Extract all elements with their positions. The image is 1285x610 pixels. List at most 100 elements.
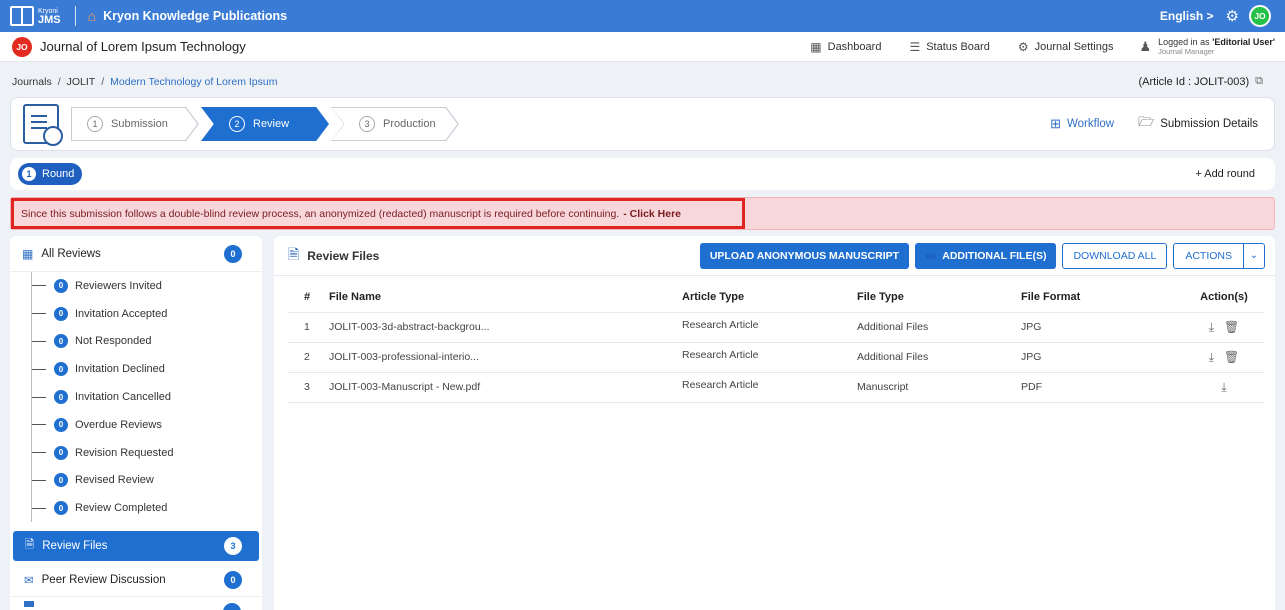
publisher-name[interactable]: Kryon Knowledge Publications [103,9,287,23]
count-badge: 0 [224,244,242,263]
nav-status-board-label: Status Board [926,40,990,53]
document-search-icon [23,104,63,146]
table-row: 3 JOLIT-003-Manuscript - New.pdf Researc… [288,372,1264,403]
additional-files-label: ADDITIONAL FILE(S) [942,249,1047,262]
step-number: 1 [87,116,103,132]
review-sidebar: ▦ All Reviews 0 0 Reviewers Invited 0 Invi… [10,236,262,610]
count-badge: 0 [54,501,68,516]
sidebar-item-label: Invitation Cancelled [75,391,172,404]
app-logo[interactable]: Kryoni JMS [10,4,61,28]
row-number: 3 [288,372,329,403]
download-icon[interactable]: ⤓ [1209,320,1214,335]
copy-icon[interactable]: ⧉ [1255,75,1263,88]
sidebar-item-revision-requested[interactable]: 0 Revision Requested [32,439,262,467]
download-icon[interactable]: ⤓ [1221,380,1226,395]
sidebar-item-label: Invitation Declined [75,363,165,376]
logged-sub: Journal Manager [1158,46,1215,56]
sidebar-item-invitation-declined[interactable]: 0 Invitation Declined [32,355,262,383]
journal-bar: JO Journal of Lorem Ipsum Technology ▦ D… [0,32,1285,62]
upload-anonymous-manuscript-button[interactable]: UPLOAD ANONYMOUS MANUSCRIPT [699,242,910,269]
sidebar-item-invitation-accepted[interactable]: 0 Invitation Accepted [32,300,262,328]
row-number: 2 [288,342,329,373]
sidebar-item-review-completed[interactable]: 0 Review Completed [32,494,262,522]
step-label: Production [383,118,436,130]
breadcrumb-separator: / [57,76,61,88]
count-badge: 0 [54,334,68,349]
step-label: Review [253,118,290,130]
row-number: 1 [288,312,329,343]
step-production[interactable]: 3 Production [331,107,459,141]
language-selector[interactable]: English > [1160,9,1214,23]
sidebar-item-label: Review Completed [75,502,168,515]
review-files-table: # File Name Article Type File Type File … [288,282,1264,403]
sidebar-item-reviewers-invited[interactable]: 0 Reviewers Invited [32,272,262,300]
round-number: 1 [22,167,36,181]
breadcrumb-article[interactable]: Modern Technology of Lorem Ipsum [110,76,277,88]
nav-status-board[interactable]: ☰ Status Board [909,40,989,54]
sidebar-item-revised-review[interactable]: 0 Revised Review [32,467,262,495]
logo-big-text: JMS [38,14,61,26]
submission-details-link[interactable]: 🗁 Submission Details [1138,113,1258,135]
sidebar-item-peer-review-discussion[interactable]: ✉ Peer Review Discussion 0 [10,566,262,594]
sidebar-item-partial[interactable] [10,596,262,610]
trash-icon[interactable]: 🗑 [1224,320,1239,335]
file-name[interactable]: JOLIT-003-professional-interio... [329,342,682,373]
logged-in-user[interactable]: ♟ Logged in as 'Editorial User' Journal … [1139,37,1275,57]
download-icon[interactable]: ⤓ [1209,350,1214,365]
user-avatar[interactable]: JO [1249,5,1271,27]
sidebar-item-label: Reviewers Invited [75,279,162,292]
count-badge: 0 [54,306,68,321]
journal-title: Journal of Lorem Ipsum Technology [40,39,246,54]
count-badge: 0 [224,571,242,589]
breadcrumb: Journals / JOLIT / Modern Technology of … [12,76,277,88]
sidebar-item-not-responded[interactable]: 0 Not Responded [32,328,262,356]
sidebar-item-label: Revision Requested [75,446,174,459]
file-name[interactable]: JOLIT-003-Manuscript - New.pdf [329,372,682,403]
article-type: Research Article [682,312,857,343]
additional-files-button[interactable]: ⬵ ADDITIONAL FILE(S) [915,242,1057,269]
count-badge: 0 [54,278,68,293]
all-reviews[interactable]: ▦ All Reviews 0 [10,236,262,272]
reviews-icon: ▦ [22,246,34,261]
breadcrumb-jolit[interactable]: JOLIT [67,76,96,88]
sidebar-item-review-files[interactable]: 🗎 Review Files 3 [13,531,259,561]
alert-link[interactable]: - Click Here [623,208,681,220]
sidebar-item-label: Review Files [42,540,108,552]
step-number: 3 [359,116,375,132]
article-id: (Article Id : JOLIT-003) ⧉ [1138,75,1263,88]
breadcrumb-separator: / [101,76,105,88]
step-submission[interactable]: 1 Submission [71,107,199,141]
chat-icon: ✉ [24,575,34,587]
column-header: File Type [857,282,1021,313]
folder-icon: 🗁 [1138,114,1155,129]
table-row: 1 JOLIT-003-3d-abstract-backgrou... Rese… [288,312,1264,343]
file-format: PDF [1021,372,1184,403]
step-review[interactable]: 2 Review [201,107,329,141]
round-tab[interactable]: 1 Round [18,163,83,185]
chevron-down-icon[interactable]: ⌄ [1244,244,1264,268]
table-row: 2 JOLIT-003-professional-interio... Rese… [288,342,1264,373]
file-icon: 🗎 [25,538,35,551]
actions-dropdown[interactable]: ACTIONS ⌄ [1173,242,1265,269]
add-round-button[interactable]: + Add round [1195,168,1255,180]
sidebar-item-invitation-cancelled[interactable]: 0 Invitation Cancelled [32,383,262,411]
trash-icon[interactable]: 🗑 [1224,350,1239,365]
count-badge: 0 [54,417,68,432]
workflow-link[interactable]: ⊞ Workflow [1050,116,1114,132]
sidebar-item-overdue-reviews[interactable]: 0 Overdue Reviews [32,411,262,439]
divider [74,6,76,26]
nav-journal-settings[interactable]: ⚙ Journal Settings [1018,40,1114,54]
article-type: Research Article [682,342,857,373]
count-badge [223,603,241,610]
column-header: Action(s) [1184,282,1264,313]
sidebar-item-label: Overdue Reviews [75,418,162,431]
count-badge: 0 [54,473,68,488]
alert-banner: Since this submission follows a double-b… [10,197,1275,230]
breadcrumb-journals[interactable]: Journals [12,76,52,88]
gear-icon[interactable]: ⚙ [1226,7,1239,25]
download-all-button[interactable]: DOWNLOAD ALL [1062,242,1168,269]
nav-dashboard[interactable]: ▦ Dashboard [810,40,881,54]
home-icon[interactable]: ⌂ [88,8,96,24]
sidebar-item-label: Revised Review [75,474,154,487]
file-name[interactable]: JOLIT-003-3d-abstract-backgrou... [329,312,682,343]
